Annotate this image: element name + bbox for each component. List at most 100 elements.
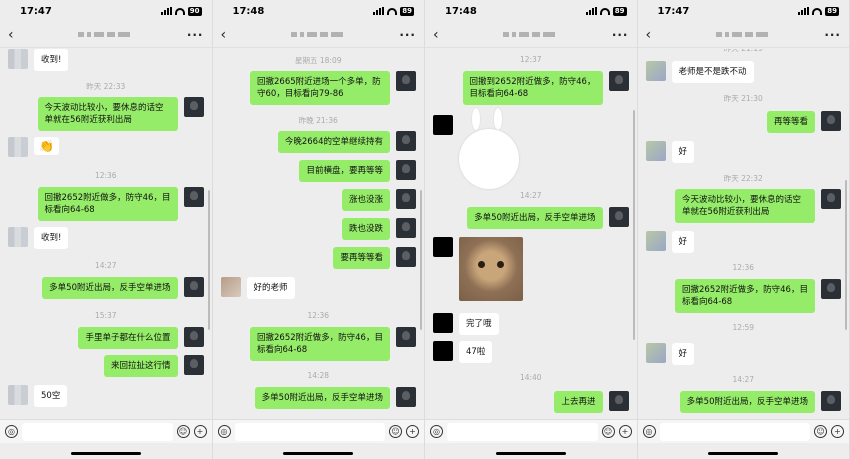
avatar[interactable]	[396, 189, 416, 209]
message-bubble[interactable]: 好	[671, 141, 695, 163]
message-bubble[interactable]: 回撤2652附近做多，防守46，目标看向64-68	[37, 187, 178, 221]
message-bubble[interactable]: 再等等看	[766, 111, 815, 133]
plus-icon[interactable]: +	[406, 425, 419, 438]
message-input[interactable]	[659, 422, 810, 441]
message-bubble[interactable]: 回撤2652附近做多，防守46，目标看向64-68	[250, 327, 390, 361]
avatar[interactable]	[396, 327, 416, 347]
plus-icon[interactable]: +	[831, 425, 844, 438]
avatar[interactable]	[396, 247, 416, 267]
emoji-icon[interactable]: ☺	[814, 425, 827, 438]
message-bubble[interactable]: 回撤到2652附近做多，防守46，目标看向64-68	[462, 71, 603, 105]
avatar[interactable]	[645, 61, 666, 81]
avatar[interactable]	[183, 187, 204, 207]
emoji-icon[interactable]: ☺	[176, 425, 190, 438]
avatar[interactable]	[821, 391, 841, 411]
message-bubble[interactable]: 收到!	[34, 227, 69, 249]
message-bubble[interactable]: 收到!	[34, 49, 69, 71]
avatar[interactable]	[645, 231, 666, 251]
avatar[interactable]	[183, 327, 204, 347]
back-chevron-icon[interactable]: ‹	[433, 27, 447, 43]
avatar[interactable]	[396, 160, 416, 180]
scrollbar[interactable]	[632, 110, 635, 340]
avatar[interactable]	[608, 391, 629, 411]
message-bubble[interactable]: 今晚2664的空单继续持有	[277, 131, 390, 153]
avatar[interactable]	[8, 227, 28, 247]
avatar[interactable]	[396, 218, 416, 238]
message-bubble[interactable]: 多单50附近出局，反手空单进场	[467, 207, 603, 229]
avatar[interactable]	[396, 71, 416, 91]
back-chevron-icon[interactable]: ‹	[8, 27, 22, 43]
message-bubble[interactable]: 目前横盘，要再等等	[299, 160, 390, 182]
message-bubble[interactable]: 要再等等看	[333, 247, 390, 269]
message-list[interactable]: 星期五 18:09 回撤2665附近进场一个多单，防守60，目标看向79-86 …	[213, 49, 425, 417]
message-input[interactable]	[234, 422, 385, 441]
message-bubble[interactable]: 47啦	[459, 341, 493, 363]
message-bubble[interactable]: 上去再进	[554, 391, 603, 413]
bunny-sticker[interactable]	[459, 107, 521, 189]
emoji-icon[interactable]: ☺	[601, 425, 615, 438]
message-bubble[interactable]: 手里单子都在什么位置	[78, 327, 178, 349]
avatar[interactable]	[183, 97, 204, 117]
scrollbar[interactable]	[845, 180, 847, 330]
message-bubble[interactable]: 来回拉扯这行情	[103, 355, 178, 377]
avatar[interactable]	[608, 207, 629, 227]
message-bubble[interactable]: 跌也没跌	[341, 218, 390, 240]
avatar[interactable]	[183, 277, 204, 297]
avatar[interactable]	[8, 49, 28, 69]
message-bubble[interactable]: 多单50附近出局，反手空单进场	[679, 391, 815, 413]
avatar[interactable]	[608, 71, 629, 91]
scrollbar[interactable]	[420, 190, 422, 330]
back-chevron-icon[interactable]: ‹	[646, 27, 660, 43]
message-bubble[interactable]: 50空	[34, 385, 68, 407]
avatar[interactable]	[433, 237, 453, 257]
voice-icon[interactable]: ◎	[430, 425, 443, 438]
message-list[interactable]: 昨天 21:19 老师是不是跌不动昨天 21:30 再等等看 好昨天 22:32…	[638, 49, 850, 417]
avatar[interactable]	[821, 279, 841, 299]
message-bubble[interactable]: 回撤2665附近进场一个多单，防守60，目标看向79-86	[250, 71, 390, 105]
avatar[interactable]	[821, 189, 841, 209]
message-bubble[interactable]: 好	[671, 231, 695, 253]
avatar[interactable]	[645, 141, 666, 161]
cat-photo[interactable]	[459, 237, 523, 301]
emoji-icon[interactable]: ☺	[389, 425, 402, 438]
plus-icon[interactable]: +	[193, 425, 207, 438]
message-list[interactable]: 收到! 昨天 22:33 今天波动比较小，要休息的话空单就在56附近获利出局 👏 1…	[0, 49, 212, 417]
avatar[interactable]	[645, 343, 666, 363]
message-bubble[interactable]: 老师是不是跌不动	[671, 61, 754, 83]
back-chevron-icon[interactable]: ‹	[221, 27, 235, 43]
avatar[interactable]	[433, 341, 453, 361]
scrollbar[interactable]	[207, 190, 210, 330]
avatar[interactable]	[8, 385, 28, 405]
message-bubble[interactable]: 好的老师	[246, 277, 295, 299]
message-list[interactable]: 12:37 回撤到2652附近做多，防守46，目标看向64-68 14:27 多…	[425, 49, 637, 417]
outgoing-message: 要再等等看	[213, 247, 425, 269]
voice-icon[interactable]: ◎	[217, 425, 231, 438]
more-dots-icon[interactable]: ···	[187, 28, 204, 42]
message-bubble[interactable]: 涨也没涨	[341, 189, 390, 211]
message-bubble[interactable]: 多单50附近出局，反手空单进场	[42, 277, 178, 299]
voice-icon[interactable]: ◎	[642, 425, 656, 438]
timestamp: 昨天 21:19	[638, 49, 850, 54]
avatar[interactable]	[8, 137, 28, 157]
message-bubble[interactable]: 今天波动比较小，要休息的话空单就在56附近获利出局	[675, 189, 815, 223]
message-input[interactable]	[22, 422, 173, 441]
avatar[interactable]	[396, 387, 416, 407]
more-dots-icon[interactable]: ···	[824, 28, 841, 42]
message-bubble[interactable]: 今天波动比较小，要休息的话空单就在56附近获利出局	[37, 97, 178, 131]
clap-emoji[interactable]: 👏	[34, 137, 59, 155]
message-bubble[interactable]: 好	[671, 343, 695, 365]
more-dots-icon[interactable]: ···	[399, 28, 416, 42]
avatar[interactable]	[183, 355, 204, 375]
plus-icon[interactable]: +	[618, 425, 632, 438]
avatar[interactable]	[396, 131, 416, 151]
message-bubble[interactable]: 多单50附近出局，反手空单进场	[254, 387, 390, 409]
avatar[interactable]	[433, 115, 453, 135]
avatar[interactable]	[821, 111, 841, 131]
more-dots-icon[interactable]: ···	[612, 28, 629, 42]
message-input[interactable]	[447, 422, 598, 441]
avatar[interactable]	[433, 313, 453, 333]
message-bubble[interactable]: 完了哦	[459, 313, 499, 335]
voice-icon[interactable]: ◎	[5, 425, 18, 438]
avatar[interactable]	[220, 277, 241, 297]
message-bubble[interactable]: 回撤2652附近做多，防守46，目标看向64-68	[675, 279, 815, 313]
